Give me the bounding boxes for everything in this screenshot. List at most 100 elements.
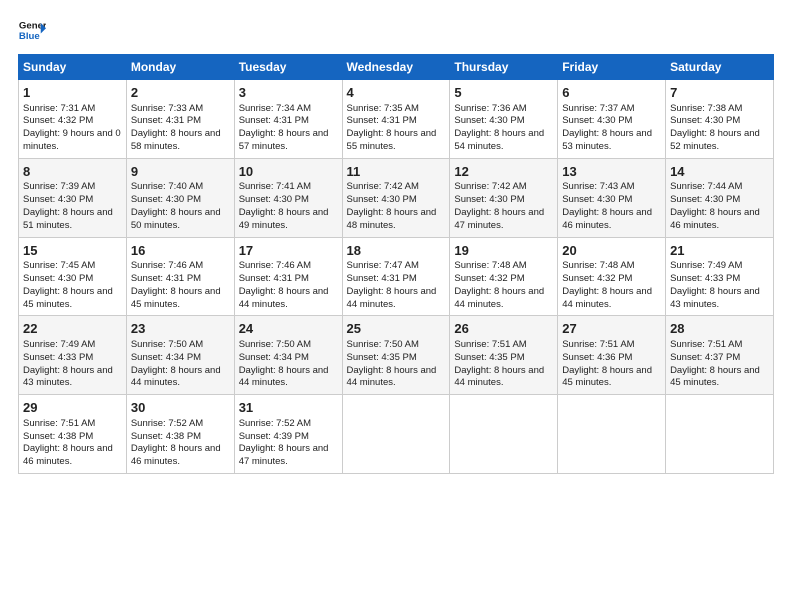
daylight: Daylight: 8 hours and 46 minutes. <box>131 443 221 467</box>
sunrise: Sunrise: 7:49 AM <box>23 339 95 350</box>
week-row-3: 15Sunrise: 7:45 AM Sunset: 4:30 PM Dayligh… <box>19 237 774 316</box>
col-header-saturday: Saturday <box>666 55 774 80</box>
daylight: Daylight: 8 hours and 44 minutes. <box>239 365 329 389</box>
daylight: Daylight: 8 hours and 50 minutes. <box>131 207 221 231</box>
sunrise: Sunrise: 7:41 AM <box>239 181 311 192</box>
day-number: 18 <box>347 242 446 260</box>
cell-week5-day0: 29Sunrise: 7:51 AMSunset: 4:38 PMDayligh… <box>19 395 127 474</box>
sunset: Sunset: 4:31 PM <box>347 273 417 284</box>
cell-week1-day2: 3Sunrise: 7:34 AMSunset: 4:31 PMDaylight… <box>234 80 342 159</box>
day-number: 11 <box>347 163 446 181</box>
cell-week2-day2: 10Sunrise: 7:41 AMSunset: 4:30 PMDayligh… <box>234 158 342 237</box>
cell-week5-day5 <box>558 395 666 474</box>
daylight: Daylight: 8 hours and 55 minutes. <box>347 128 437 152</box>
calendar-table: SundayMondayTuesdayWednesdayThursdayFrid… <box>18 54 774 474</box>
sunset: Sunset: 4:30 PM <box>131 194 201 205</box>
sunset: Sunset: 4:30 PM <box>670 115 740 126</box>
day-number: 30 <box>131 399 230 417</box>
col-header-tuesday: Tuesday <box>234 55 342 80</box>
cell-week3-day1: 16Sunrise: 7:46 AMSunset: 4:31 PMDayligh… <box>126 237 234 316</box>
day-number: 17 <box>239 242 338 260</box>
daylight: Daylight: 8 hours and 46 minutes. <box>23 443 113 467</box>
sunset: Sunset: 4:31 PM <box>347 115 417 126</box>
day-number: 12 <box>454 163 553 181</box>
daylight: Daylight: 8 hours and 58 minutes. <box>131 128 221 152</box>
logo-icon: General Blue <box>18 16 46 44</box>
sunset: Sunset: 4:30 PM <box>562 115 632 126</box>
cell-week1-day4: 5Sunrise: 7:36 AMSunset: 4:30 PMDaylight… <box>450 80 558 159</box>
cell-week1-day1: 2Sunrise: 7:33 AMSunset: 4:31 PMDaylight… <box>126 80 234 159</box>
daylight: Daylight: 9 hours and 0 minutes. <box>23 128 121 152</box>
cell-week2-day6: 14Sunrise: 7:44 AMSunset: 4:30 PMDayligh… <box>666 158 774 237</box>
day-number: 7 <box>670 84 769 102</box>
daylight: Daylight: 8 hours and 44 minutes. <box>454 286 544 310</box>
sunset: Sunset: 4:30 PM <box>239 194 309 205</box>
day-number: 28 <box>670 320 769 338</box>
day-number: 13 <box>562 163 661 181</box>
day-number: 15 <box>23 242 122 260</box>
daylight: Daylight: 8 hours and 46 minutes. <box>670 207 760 231</box>
cell-week3-day2: 17Sunrise: 7:46 AMSunset: 4:31 PMDayligh… <box>234 237 342 316</box>
sunrise: Sunrise: 7:51 AM <box>454 339 526 350</box>
sunrise: Sunrise: 7:51 AM <box>562 339 634 350</box>
daylight: Daylight: 8 hours and 44 minutes. <box>454 365 544 389</box>
daylight: Daylight: 8 hours and 45 minutes. <box>562 365 652 389</box>
sunset: Sunset: 4:30 PM <box>23 194 93 205</box>
day-number: 4 <box>347 84 446 102</box>
day-number: 16 <box>131 242 230 260</box>
daylight: Daylight: 8 hours and 52 minutes. <box>670 128 760 152</box>
sunrise: Sunrise: 7:43 AM <box>562 181 634 192</box>
day-number: 23 <box>131 320 230 338</box>
col-header-monday: Monday <box>126 55 234 80</box>
daylight: Daylight: 8 hours and 43 minutes. <box>23 365 113 389</box>
svg-text:Blue: Blue <box>19 31 40 42</box>
sunrise: Sunrise: 7:51 AM <box>670 339 742 350</box>
sunrise: Sunrise: 7:31 AM <box>23 103 95 114</box>
day-number: 1 <box>23 84 122 102</box>
daylight: Daylight: 8 hours and 51 minutes. <box>23 207 113 231</box>
day-number: 2 <box>131 84 230 102</box>
sunrise: Sunrise: 7:49 AM <box>670 260 742 271</box>
sunrise: Sunrise: 7:48 AM <box>562 260 634 271</box>
week-row-5: 29Sunrise: 7:51 AMSunset: 4:38 PMDayligh… <box>19 395 774 474</box>
daylight: Daylight: 8 hours and 54 minutes. <box>454 128 544 152</box>
cell-week1-day3: 4Sunrise: 7:35 AMSunset: 4:31 PMDaylight… <box>342 80 450 159</box>
sunrise: Sunrise: 7:33 AM <box>131 103 203 114</box>
day-number: 19 <box>454 242 553 260</box>
day-number: 29 <box>23 399 122 417</box>
sunset: Sunset: 4:30 PM <box>347 194 417 205</box>
cell-week3-day3: 18Sunrise: 7:47 AM Sunset: 4:31 PM Dayligh… <box>342 237 450 316</box>
cell-week4-day4: 26Sunrise: 7:51 AMSunset: 4:35 PMDayligh… <box>450 316 558 395</box>
sunset: Sunset: 4:30 PM <box>23 273 93 284</box>
week-row-2: 8Sunrise: 7:39 AMSunset: 4:30 PMDaylight… <box>19 158 774 237</box>
sunset: Sunset: 4:32 PM <box>23 115 93 126</box>
daylight: Daylight: 8 hours and 44 minutes. <box>131 365 221 389</box>
sunrise: Sunrise: 7:47 AM <box>347 260 419 271</box>
daylight: Daylight: 8 hours and 46 minutes. <box>562 207 652 231</box>
cell-week5-day3 <box>342 395 450 474</box>
day-number: 3 <box>239 84 338 102</box>
sunrise: Sunrise: 7:52 AM <box>239 418 311 429</box>
day-number: 10 <box>239 163 338 181</box>
sunset: Sunset: 4:31 PM <box>131 273 201 284</box>
cell-week5-day1: 30Sunrise: 7:52 AMSunset: 4:38 PMDayligh… <box>126 395 234 474</box>
cell-week2-day4: 12Sunrise: 7:42 AMSunset: 4:30 PMDayligh… <box>450 158 558 237</box>
cell-week4-day6: 28Sunrise: 7:51 AMSunset: 4:37 PMDayligh… <box>666 316 774 395</box>
col-header-wednesday: Wednesday <box>342 55 450 80</box>
cell-week1-day5: 6Sunrise: 7:37 AMSunset: 4:30 PMDaylight… <box>558 80 666 159</box>
sunset: Sunset: 4:32 PM <box>562 273 632 284</box>
sunset: Sunset: 4:30 PM <box>670 194 740 205</box>
cell-week4-day5: 27Sunrise: 7:51 AMSunset: 4:36 PMDayligh… <box>558 316 666 395</box>
sunrise: Sunrise: 7:38 AM <box>670 103 742 114</box>
sunrise: Sunrise: 7:45 AM <box>23 260 95 271</box>
cell-week4-day0: 22Sunrise: 7:49 AMSunset: 4:33 PMDayligh… <box>19 316 127 395</box>
sunset: Sunset: 4:35 PM <box>347 352 417 363</box>
sunset: Sunset: 4:30 PM <box>454 194 524 205</box>
sunset: Sunset: 4:33 PM <box>670 273 740 284</box>
sunset: Sunset: 4:34 PM <box>239 352 309 363</box>
header: General Blue <box>18 16 774 44</box>
sunrise: Sunrise: 7:44 AM <box>670 181 742 192</box>
daylight: Daylight: 8 hours and 44 minutes. <box>347 286 437 310</box>
sunset: Sunset: 4:34 PM <box>131 352 201 363</box>
daylight: Daylight: 8 hours and 44 minutes. <box>239 286 329 310</box>
